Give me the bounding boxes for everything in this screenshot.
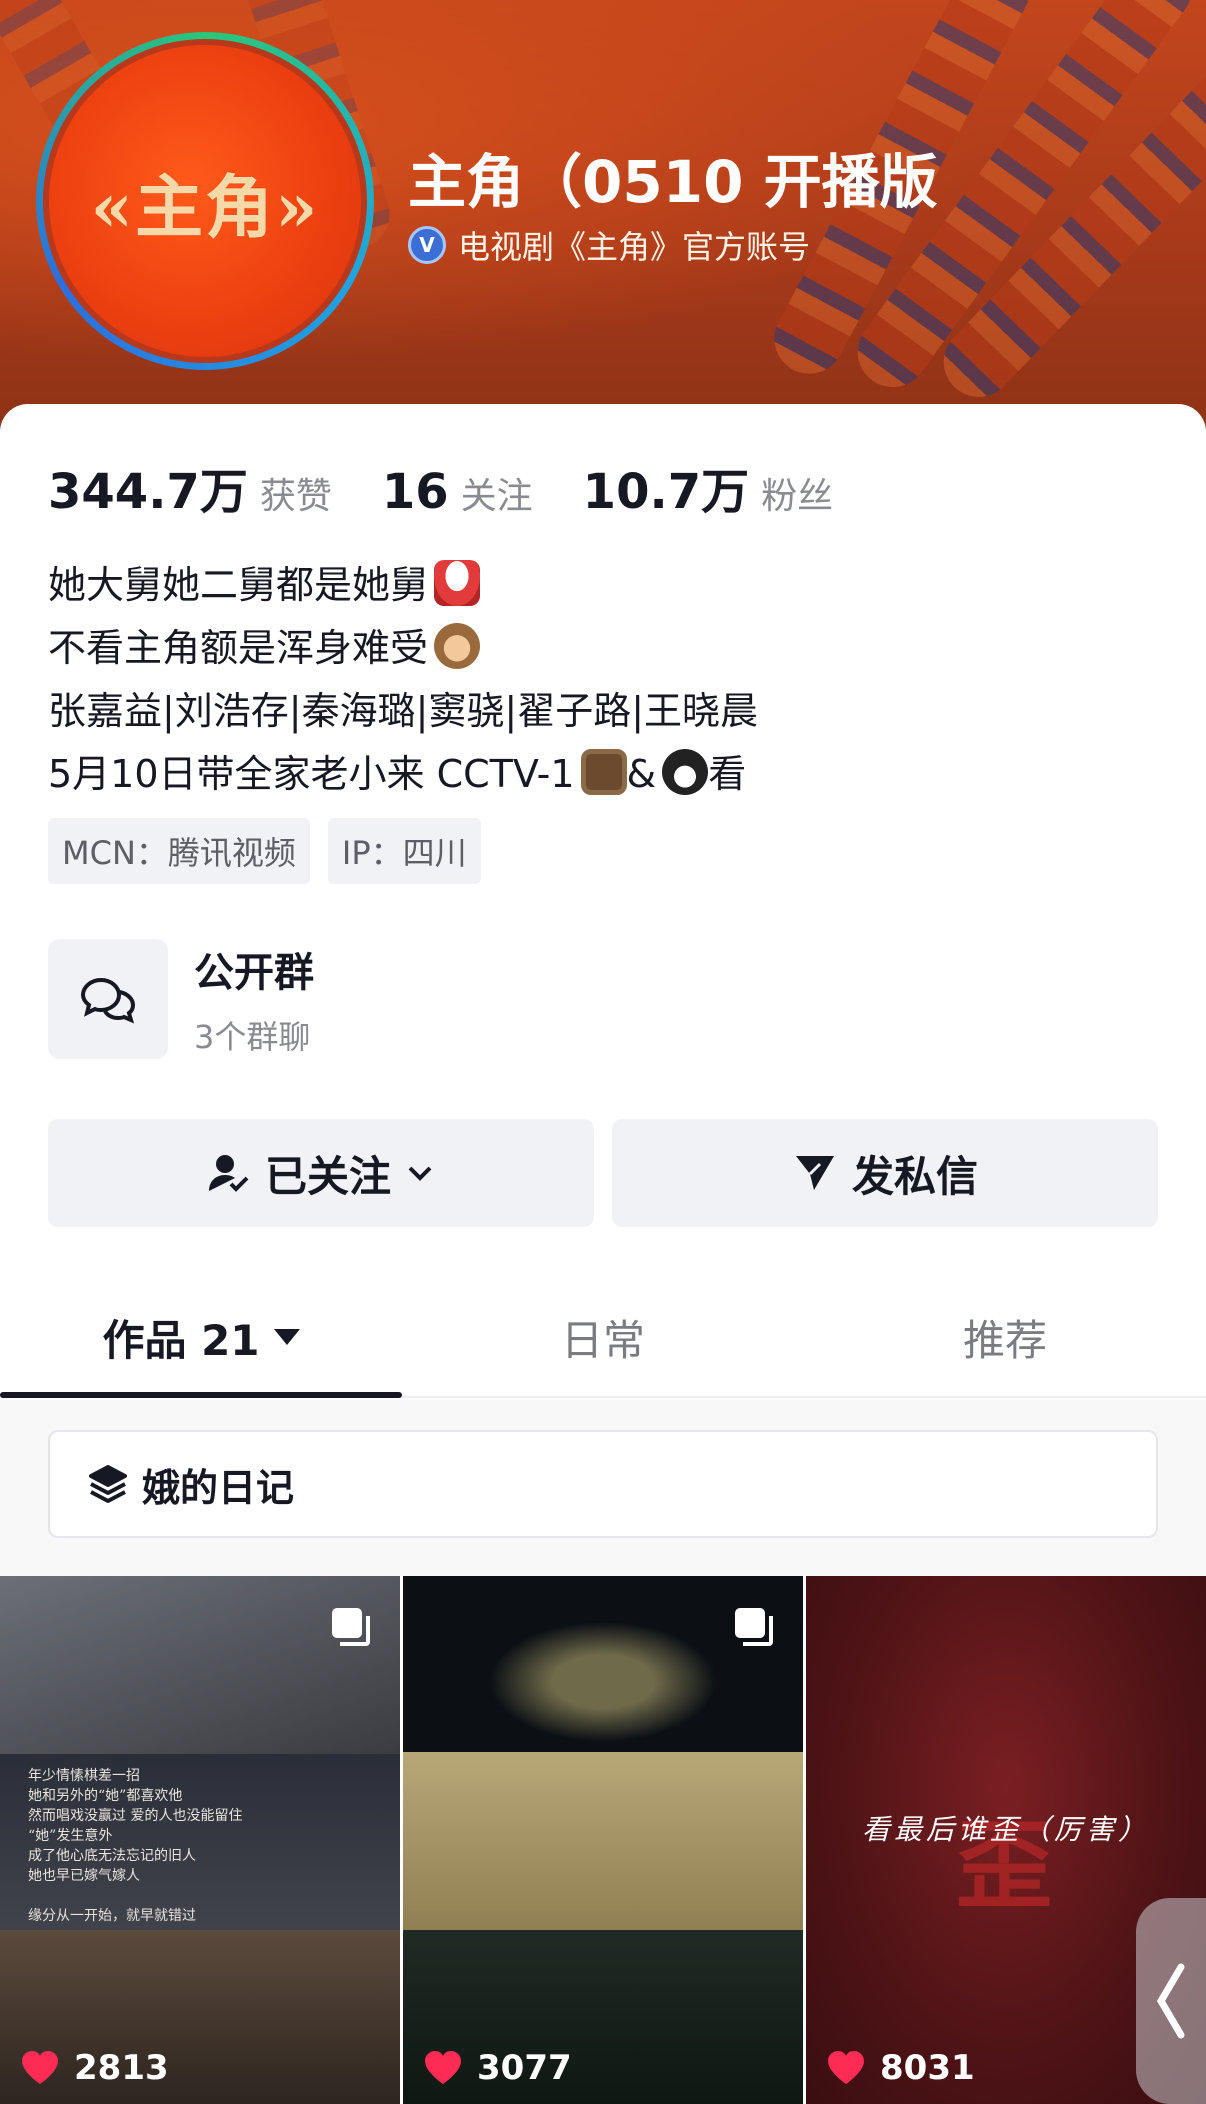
caret-down-icon: [273, 1329, 300, 1345]
group-subtitle: 3个群聊: [194, 1018, 311, 1056]
tab-works[interactable]: 作品 21: [0, 1276, 402, 1398]
group-title: 公开群: [194, 950, 314, 996]
tab-recommend[interactable]: 推荐: [804, 1276, 1206, 1398]
multi-image-icon: [735, 1608, 773, 1646]
likes-label[interactable]: 获赞: [260, 467, 332, 519]
mcn-tag[interactable]: MCN：腾讯视频: [48, 818, 310, 884]
like-count: 8031: [826, 2048, 975, 2088]
fans-count[interactable]: 10.7万: [583, 452, 749, 522]
collection-label: 娥的日记: [142, 1465, 295, 1510]
heart-icon: [22, 2051, 58, 2084]
chevron-down-icon: [408, 1166, 432, 1181]
collection-bar: 娥的日记: [0, 1400, 1206, 1576]
followed-label: 已关注: [264, 1151, 391, 1201]
followed-button[interactable]: 已关注: [48, 1119, 594, 1227]
avatar-image: «主角»: [43, 39, 367, 363]
user-check-icon: [208, 1155, 249, 1192]
layers-icon: [89, 1465, 127, 1503]
profile-bio: 她大舅她二舅都是她舅 不看主角额是浑身难受 张嘉益|刘浩存|秦海璐|窦骁|翟子路…: [48, 554, 758, 806]
active-tab-indicator: [0, 1392, 402, 1398]
avatar[interactable]: «主角»: [36, 32, 374, 370]
verification-text: 电视剧《主角》官方账号: [458, 228, 811, 266]
penguin-emoji-icon: [662, 749, 709, 795]
tab-daily[interactable]: 日常: [402, 1276, 804, 1398]
like-count: 3077: [423, 2048, 572, 2088]
paper-plane-icon: [795, 1156, 834, 1190]
bio-line: 她大舅她二舅都是她舅: [48, 554, 758, 617]
verification-row: V 电视剧《主角》官方账号: [408, 222, 810, 268]
multi-image-icon: [332, 1608, 370, 1646]
monkey-emoji-icon: [434, 623, 481, 669]
public-group-entry[interactable]: 公开群 3个群聊: [48, 939, 314, 1059]
send-message-label: 发私信: [851, 1151, 978, 1201]
following-count[interactable]: 16: [382, 464, 449, 520]
likes-count[interactable]: 344.7万: [48, 452, 248, 522]
video-thumbnail[interactable]: 年少情愫棋差一招 她和另外的“她”都喜欢他 然而唱戏没赢过 爱的人也没能留住 “…: [0, 1576, 400, 2104]
avatar-logo-text: «主角»: [90, 167, 320, 248]
bio-line: 张嘉益|刘浩存|秦海璐|窦骁|翟子路|王晓晨: [48, 689, 759, 733]
content-tabs: 作品 21 日常 推荐: [0, 1276, 1206, 1398]
stats-row: 344.7万 获赞 16 关注 10.7万 粉丝: [48, 452, 883, 522]
bio-line: 5月10日带全家老小来 CCTV-1 & 看: [48, 743, 758, 806]
send-message-button[interactable]: 发私信: [612, 1119, 1158, 1227]
profile-tags: MCN：腾讯视频 IP：四川: [48, 818, 481, 884]
profile-card: 344.7万 获赞 16 关注 10.7万 粉丝 她大舅她二舅都是她舅 不看主角…: [0, 404, 1206, 2104]
video-caption: 年少情愫棋差一招 她和另外的“她”都喜欢他 然而唱戏没赢过 爱的人也没能留住 “…: [28, 1768, 243, 1924]
heart-icon: [425, 2051, 461, 2084]
heart-icon: [828, 2051, 864, 2084]
video-thumbnail[interactable]: 3077: [403, 1576, 803, 2104]
drum-emoji-icon: [434, 560, 481, 606]
chevron-left-icon: [1156, 1963, 1185, 2039]
tv-emoji-icon: [580, 749, 627, 795]
profile-banner: «主角» 主角（0510 开播版 V 电视剧《主角》官方账号: [0, 0, 1206, 430]
profile-nickname: 主角（0510 开播版: [408, 148, 938, 216]
like-count: 2813: [20, 2048, 169, 2088]
verified-v-icon: V: [408, 226, 446, 264]
video-overlay-text: 看最后谁歪（厉害）: [861, 1813, 1150, 1846]
bio-line: 不看主角额是浑身难受: [48, 617, 758, 680]
video-grid: 年少情愫棋差一招 她和另外的“她”都喜欢他 然而唱戏没赢过 爱的人也没能留住 “…: [0, 1576, 1206, 2104]
collection-entry[interactable]: 娥的日记: [48, 1430, 1158, 1538]
fans-label[interactable]: 粉丝: [761, 467, 833, 519]
chat-bubbles-icon: [48, 939, 168, 1059]
following-label[interactable]: 关注: [461, 467, 533, 519]
group-info: 公开群 3个群聊: [194, 940, 314, 1058]
ip-location-tag: IP：四川: [327, 818, 481, 884]
side-panel-handle[interactable]: [1136, 1898, 1206, 2104]
